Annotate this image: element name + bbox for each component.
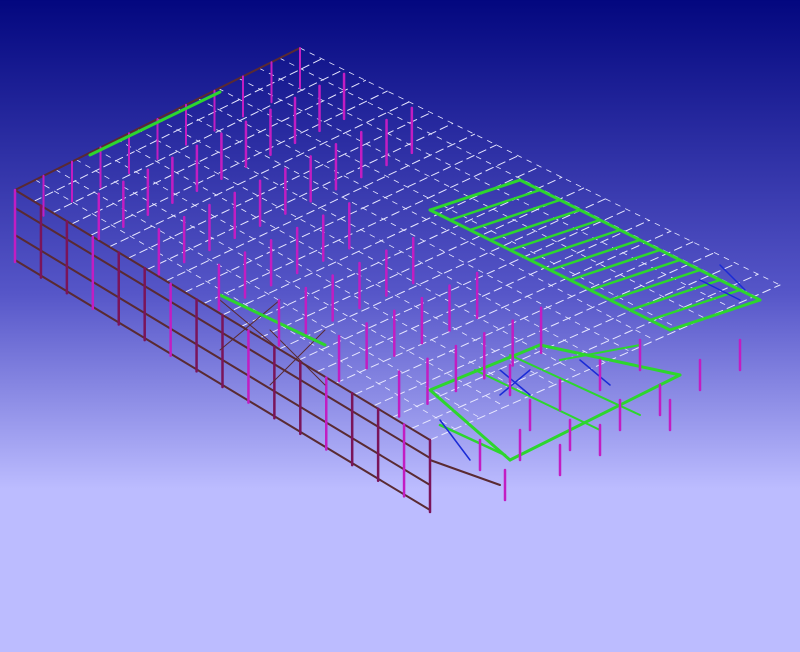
3d-viewport[interactable] xyxy=(0,0,800,652)
structural-model-view[interactable] xyxy=(0,0,800,652)
